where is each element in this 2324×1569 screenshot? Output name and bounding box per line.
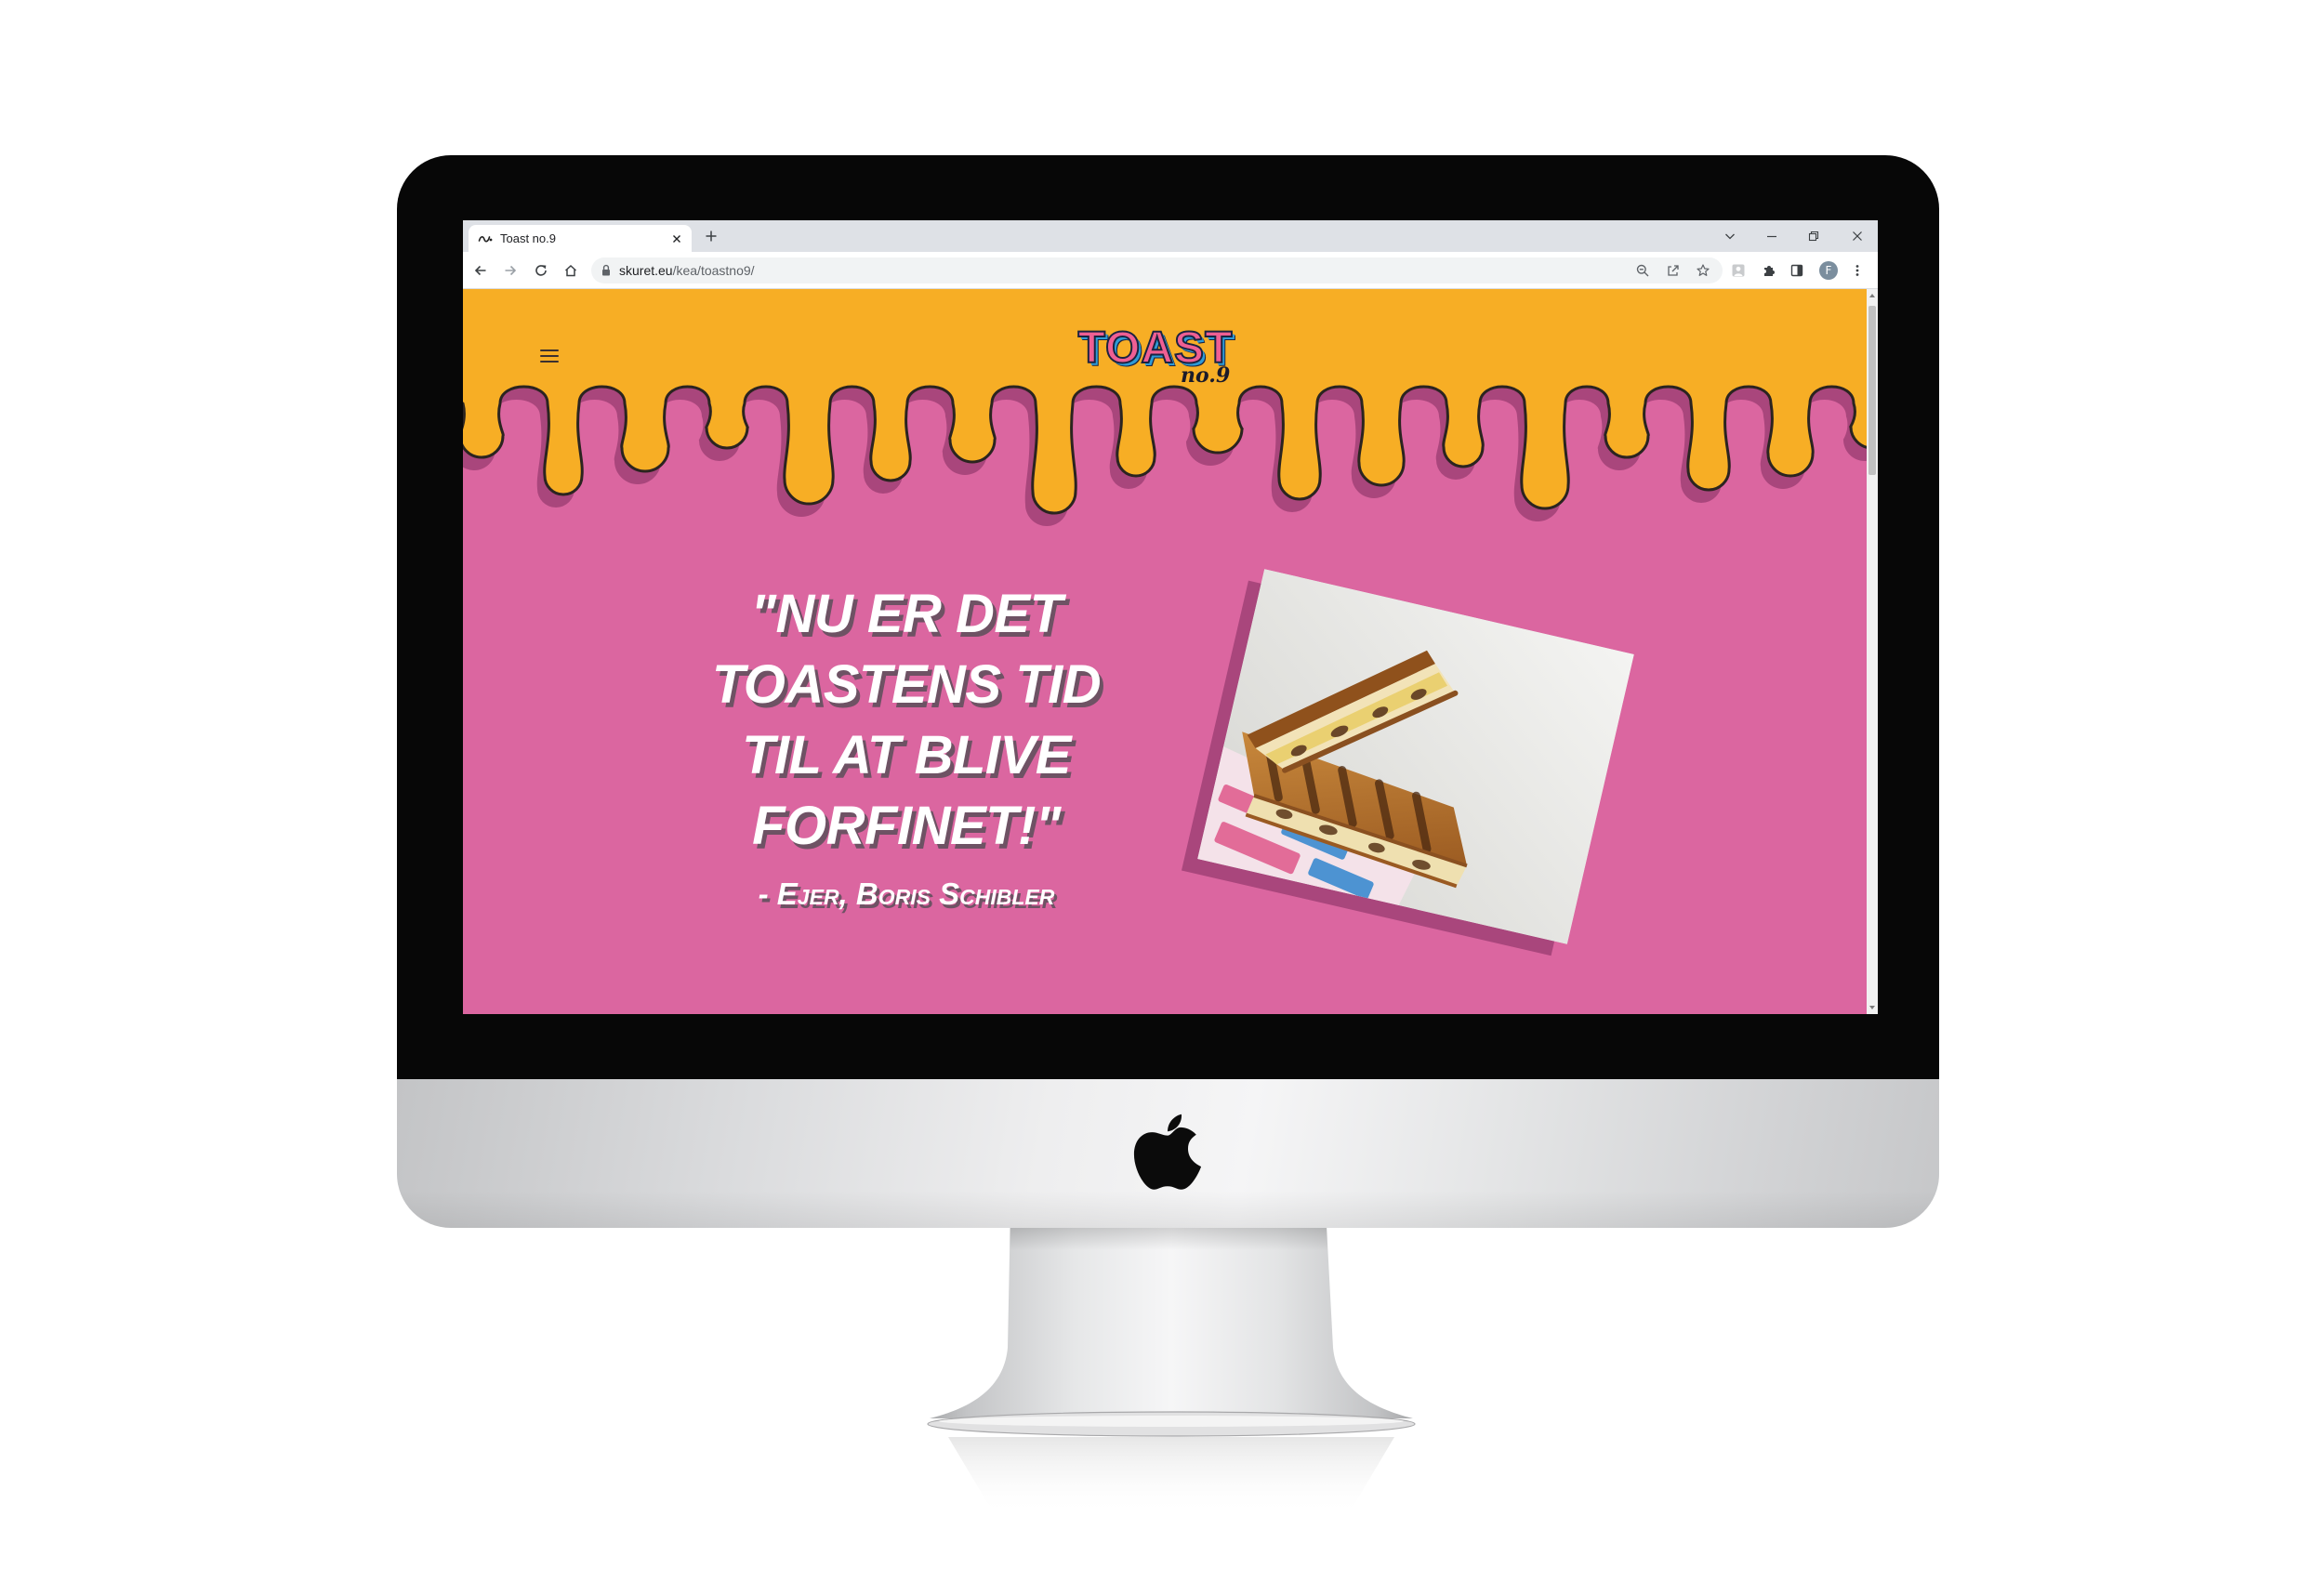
forward-arrow-icon[interactable]	[503, 263, 518, 278]
browser-window: Toast no.9 skuret.eu/kea/toastno9/ F TOA…	[463, 220, 1878, 1014]
imac-mockup: Toast no.9 skuret.eu/kea/toastno9/ F TOA…	[0, 0, 2324, 1569]
chevron-down-icon[interactable]	[1723, 229, 1737, 244]
hero-quote: "NU ER DET TOASTENS TID TIL AT BLIVE FOR…	[702, 579, 1111, 927]
toast-favicon-icon	[478, 236, 493, 243]
monitor-chin	[397, 1079, 1939, 1228]
quote-line: FORFINET!"	[752, 796, 1061, 856]
web-page: TOAST no.9 "NU ER DET TOASTENS TID TIL A…	[463, 289, 1878, 1014]
tab-title: Toast no.9	[500, 231, 556, 245]
quote-attribution: - Ejer, Boris Schibler	[758, 877, 1055, 911]
scroll-down-icon[interactable]	[1869, 1006, 1875, 1009]
url-host: skuret.eu	[619, 263, 673, 278]
tab-toast-no9[interactable]: Toast no.9	[469, 225, 692, 252]
tab-strip: Toast no.9	[463, 220, 1878, 252]
url-text[interactable]: skuret.eu/kea/toastno9/	[619, 257, 755, 283]
lock-icon[interactable]	[599, 263, 614, 278]
logo-subtext: no.9	[1181, 363, 1231, 388]
star-icon[interactable]	[1696, 263, 1710, 278]
page-scrollbar[interactable]	[1867, 289, 1878, 1014]
address-bar[interactable]: skuret.eu/kea/toastno9/	[591, 257, 1723, 283]
quote-line: "NU ER DET	[750, 584, 1063, 644]
restore-icon[interactable]	[1806, 229, 1821, 244]
browser-toolbar: skuret.eu/kea/toastno9/ F	[463, 252, 1878, 289]
site-logo[interactable]: TOAST no.9	[1076, 323, 1244, 388]
scroll-up-icon[interactable]	[1869, 294, 1875, 297]
kebab-menu-icon[interactable]	[1850, 263, 1865, 278]
reload-icon[interactable]	[534, 263, 548, 278]
zoom-icon[interactable]	[1635, 263, 1650, 278]
minimize-icon[interactable]	[1764, 229, 1779, 244]
scrollbar-thumb[interactable]	[1868, 306, 1876, 475]
page-content: TOAST no.9 "NU ER DET TOASTENS TID TIL A…	[463, 289, 1867, 1014]
quote-line: TOASTENS TID	[711, 654, 1102, 715]
profile-avatar[interactable]: F	[1819, 261, 1838, 280]
share-icon[interactable]	[1666, 263, 1681, 278]
back-arrow-icon[interactable]	[473, 263, 488, 278]
stand-reflection	[948, 1437, 1394, 1515]
home-icon[interactable]	[563, 263, 578, 278]
plus-icon[interactable]	[704, 229, 719, 244]
quote-line: TIL AT BLIVE	[742, 725, 1071, 785]
url-path: /kea/toastno9/	[672, 263, 755, 278]
hamburger-icon[interactable]	[540, 349, 559, 363]
monitor-stand	[927, 1208, 1416, 1515]
close-icon[interactable]	[669, 231, 684, 246]
sidebar-icon[interactable]	[1789, 263, 1804, 278]
profile-extension-icon[interactable]	[1731, 263, 1746, 278]
toast-photo	[1197, 569, 1634, 944]
close-icon[interactable]	[1850, 229, 1865, 244]
apple-logo-icon	[1133, 1114, 1202, 1190]
puzzle-icon[interactable]	[1762, 263, 1776, 278]
